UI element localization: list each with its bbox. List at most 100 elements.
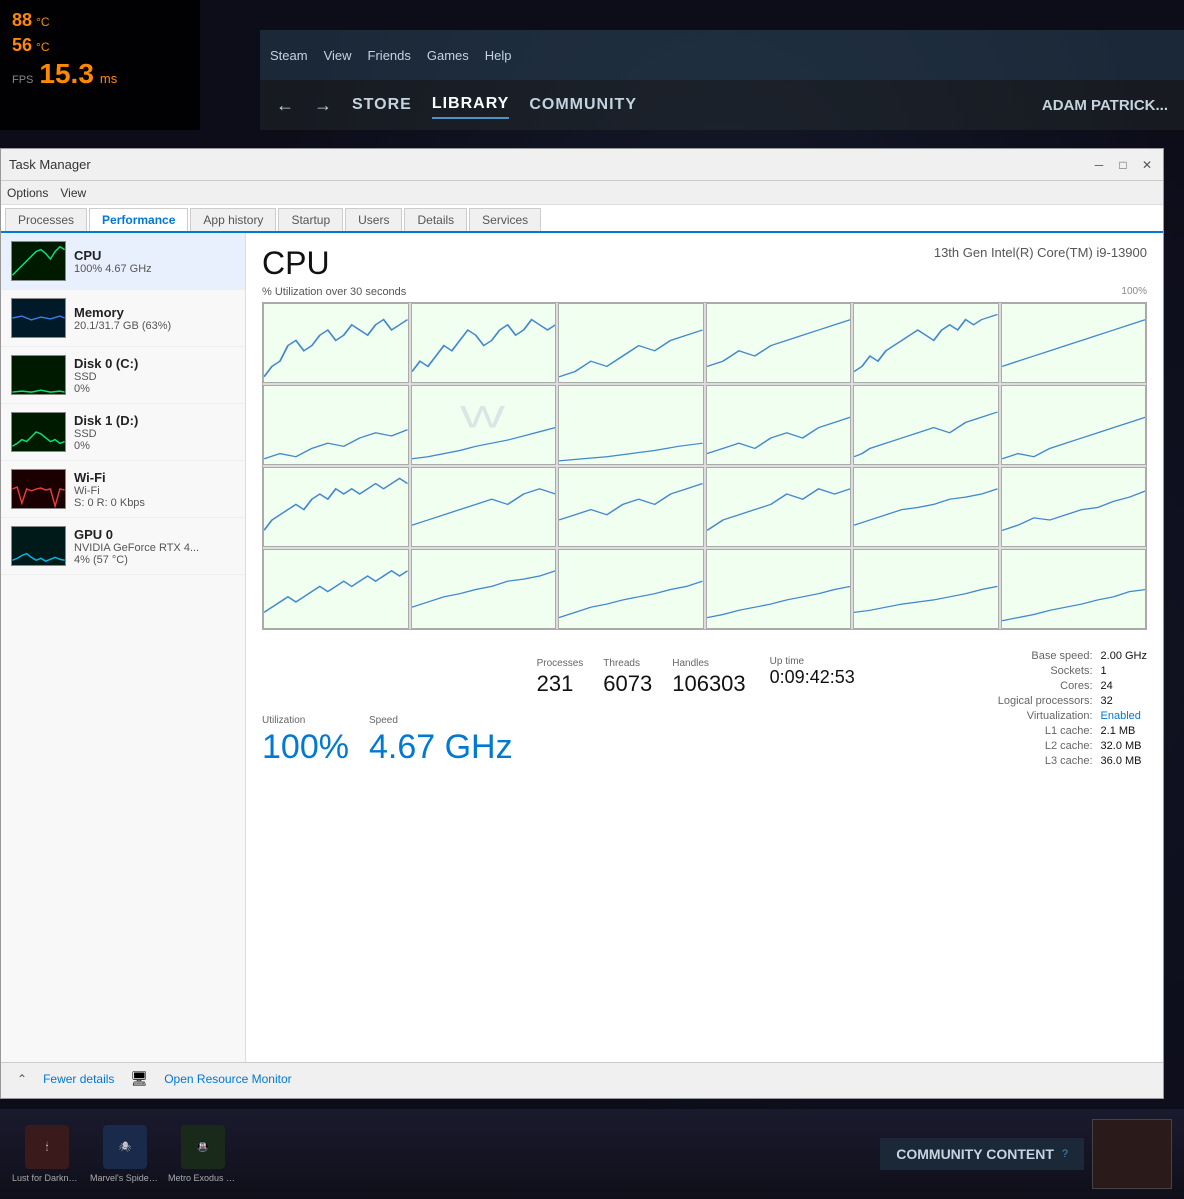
tab-performance[interactable]: Performance <box>89 208 188 231</box>
logical-row: Logical processors: 32 <box>963 695 1147 707</box>
disk0-sidebar-type: SSD <box>74 371 235 383</box>
base-speed-val: 2.00 GHz <box>1101 650 1147 662</box>
util-label-text: % Utilization over 30 seconds <box>262 286 406 298</box>
cpu-cell-24 <box>1001 549 1147 629</box>
nav-store[interactable]: STORE <box>352 92 412 118</box>
steam-menu-help[interactable]: Help <box>485 48 512 63</box>
nav-community[interactable]: COMMUNITY <box>529 92 637 118</box>
game-thumbnails <box>1092 1119 1172 1189</box>
cpu-cell-18 <box>1001 467 1147 547</box>
sockets-label: Sockets: <box>963 665 1093 677</box>
task-manager-footer: ⌃ Fewer details 🖥 Open Resource Monitor <box>1 1062 1163 1094</box>
tab-services[interactable]: Services <box>469 208 541 231</box>
close-button[interactable]: ✕ <box>1139 157 1155 173</box>
hud-temp1-unit: °C <box>36 14 49 31</box>
menu-view[interactable]: View <box>60 186 86 200</box>
steam-menu-steam[interactable]: Steam <box>270 48 308 63</box>
window-controls: ─ □ ✕ <box>1091 157 1155 173</box>
task-manager-titlebar: Task Manager ─ □ ✕ <box>1 149 1163 181</box>
tab-startup[interactable]: Startup <box>278 208 343 231</box>
gpu-sidebar-util: 4% (57 °C) <box>74 554 235 566</box>
chevron-up-icon: ⌃ <box>17 1072 27 1086</box>
menu-options[interactable]: Options <box>7 186 48 200</box>
wifi-sidebar-speed: S: 0 R: 0 Kbps <box>74 497 235 509</box>
sockets-val: 1 <box>1101 665 1107 677</box>
gpu-sidebar-name: GPU 0 <box>74 527 235 542</box>
speed-stat-label: Speed <box>369 715 513 726</box>
sidebar-item-disk1[interactable]: Disk 1 (D:) SSD 0% <box>1 404 245 461</box>
gpu-sidebar-model: NVIDIA GeForce RTX 4... <box>74 542 235 554</box>
sidebar-item-disk0[interactable]: Disk 0 (C:) SSD 0% <box>1 347 245 404</box>
taskbar-item-lust[interactable]: 🕯 Lust for Darkness <box>12 1125 82 1183</box>
taskbar-label-lust: Lust for Darkness <box>12 1173 82 1183</box>
hud-overlay: 88 °C 56 °C FPS 15.3 ms <box>0 0 200 130</box>
steam-menu-games[interactable]: Games <box>427 48 469 63</box>
tab-processes[interactable]: Processes <box>5 208 87 231</box>
nav-library[interactable]: LIBRARY <box>432 91 510 119</box>
cpu-cell-5 <box>853 303 999 383</box>
fewer-details-link[interactable]: Fewer details <box>43 1072 114 1086</box>
cpu-cell-16 <box>706 467 852 547</box>
disk0-sidebar-name: Disk 0 (C:) <box>74 356 235 371</box>
cpu-grid: W <box>262 302 1147 630</box>
task-manager-window: Task Manager ─ □ ✕ Options View Processe… <box>0 148 1164 1099</box>
threads-value: 6073 <box>603 671 652 697</box>
tab-users[interactable]: Users <box>345 208 402 231</box>
tab-app-history[interactable]: App history <box>190 208 276 231</box>
cpu-header: CPU 13th Gen Intel(R) Core(TM) i9-13900 <box>262 245 1147 282</box>
base-speed-row: Base speed: 2.00 GHz <box>963 650 1147 662</box>
cpu-cell-3 <box>558 303 704 383</box>
l2-val: 32.0 MB <box>1101 740 1142 752</box>
threads-group: Threads 6073 <box>603 658 652 767</box>
uptime-value: 0:09:42:53 <box>770 667 855 688</box>
handles-value: 106303 <box>672 671 745 697</box>
taskbar-icon-spiderman: 🕷 <box>103 1125 147 1169</box>
cpu-cell-23 <box>853 549 999 629</box>
task-manager-content: CPU 100% 4.67 GHz Memory 20.1/31.7 GB (6… <box>1 233 1163 1062</box>
maximize-button[interactable]: □ <box>1115 157 1131 173</box>
sidebar-item-wifi[interactable]: Wi-Fi Wi-Fi S: 0 R: 0 Kbps <box>1 461 245 518</box>
cpu-thumbnail <box>11 241 66 281</box>
cpu-cell-19 <box>263 549 409 629</box>
community-content-panel[interactable]: COMMUNITY CONTENT ? <box>880 1138 1084 1170</box>
cpu-title: CPU <box>262 245 330 282</box>
cores-label: Cores: <box>963 680 1093 692</box>
game-thumb-1[interactable] <box>1092 1119 1172 1189</box>
steam-menu-friends[interactable]: Friends <box>368 48 411 63</box>
cpu-cell-17 <box>853 467 999 547</box>
open-resource-monitor-link[interactable]: Open Resource Monitor <box>164 1072 291 1086</box>
minimize-button[interactable]: ─ <box>1091 157 1107 173</box>
steam-navbar: ← → STORE LIBRARY COMMUNITY ADAM PATRICK… <box>260 80 1184 130</box>
uptime-group: Up time 0:09:42:53 <box>770 656 855 767</box>
tm-sidebar: CPU 100% 4.67 GHz Memory 20.1/31.7 GB (6… <box>1 233 246 1062</box>
disk0-sidebar-util: 0% <box>74 383 235 395</box>
steam-menu-view[interactable]: View <box>324 48 352 63</box>
nav-back-arrow[interactable]: ← <box>276 95 294 116</box>
hud-fps-label: FPS <box>12 74 33 86</box>
nav-username[interactable]: ADAM PATRICK... <box>1042 97 1168 114</box>
virt-label: Virtualization: <box>963 710 1093 722</box>
util-label: % Utilization over 30 seconds 100% <box>262 286 1147 298</box>
cpu-cell-22 <box>706 549 852 629</box>
cpu-sidebar-info: CPU 100% 4.67 GHz <box>74 248 235 275</box>
base-speed-label: Base speed: <box>963 650 1093 662</box>
disk1-sidebar-info: Disk 1 (D:) SSD 0% <box>74 413 235 452</box>
hud-temp1-value: 88 <box>12 8 32 33</box>
l1-row: L1 cache: 2.1 MB <box>963 725 1147 737</box>
l1-label: L1 cache: <box>963 725 1093 737</box>
l3-row: L3 cache: 36.0 MB <box>963 755 1147 767</box>
sidebar-item-cpu[interactable]: CPU 100% 4.67 GHz <box>1 233 245 290</box>
sidebar-item-memory[interactable]: Memory 20.1/31.7 GB (63%) <box>1 290 245 347</box>
community-help-icon: ? <box>1062 1148 1068 1160</box>
sidebar-item-gpu[interactable]: GPU 0 NVIDIA GeForce RTX 4... 4% (57 °C) <box>1 518 245 575</box>
taskbar-item-metro[interactable]: 🚇 Metro Exodus Enhanced ... <box>168 1125 238 1183</box>
virt-val: Enabled <box>1101 710 1141 722</box>
disk1-thumbnail <box>11 412 66 452</box>
cpu-cell-10 <box>706 385 852 465</box>
speed-group: Speed 4.67 GHz <box>369 715 513 767</box>
taskbar-item-spiderman[interactable]: 🕷 Marvel's Spider-Man: Miles Mora... <box>90 1125 160 1183</box>
nav-forward-arrow[interactable]: → <box>314 95 332 116</box>
cpu-cell-12 <box>1001 385 1147 465</box>
tab-details[interactable]: Details <box>404 208 467 231</box>
cpu-cell-2 <box>411 303 557 383</box>
